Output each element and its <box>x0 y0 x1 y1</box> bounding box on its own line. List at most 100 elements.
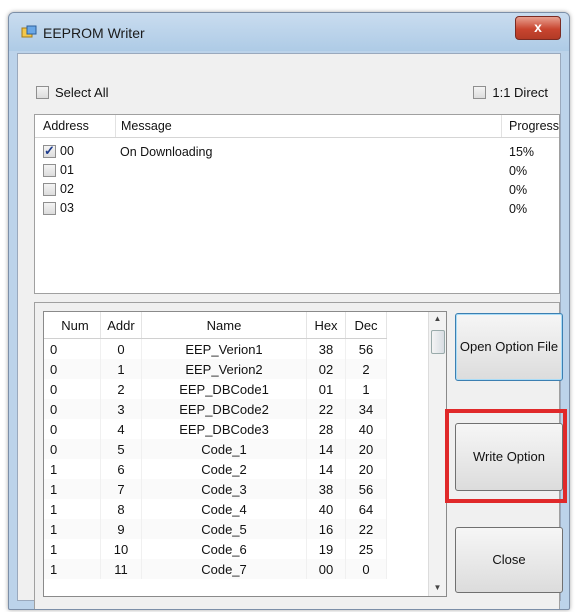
select-all-checkbox[interactable] <box>36 86 49 100</box>
hex-cell: 38 <box>306 338 346 359</box>
window-title: EEPROM Writer <box>43 25 145 41</box>
hex-cell: 16 <box>306 519 346 539</box>
scroll-thumb[interactable] <box>431 330 445 354</box>
app-icon <box>21 25 37 38</box>
column-header-hex[interactable]: Hex <box>306 312 346 339</box>
select-all-option[interactable]: Select All <box>36 84 108 100</box>
table-row[interactable]: 0 2 EEP_DBCode1 01 1 <box>44 379 387 399</box>
num-cell: 1 <box>44 459 101 479</box>
table-row[interactable]: 0 4 EEP_DBCode3 28 40 <box>44 419 387 439</box>
column-header-dec[interactable]: Dec <box>345 312 387 339</box>
addr-cell: 5 <box>100 439 142 459</box>
dec-cell: 20 <box>345 439 387 459</box>
name-cell: Code_3 <box>141 479 307 499</box>
status-row[interactable]: 01 0% <box>35 161 559 180</box>
name-cell: Code_7 <box>141 559 307 579</box>
hex-cell: 40 <box>306 499 346 519</box>
name-cell: Code_4 <box>141 499 307 519</box>
message-value: On Downloading <box>120 145 213 159</box>
num-cell: 1 <box>44 559 101 579</box>
addr-cell: 4 <box>100 419 142 439</box>
vertical-scrollbar[interactable]: ▲ ▼ <box>428 312 446 596</box>
scroll-down-icon[interactable]: ▼ <box>429 583 446 592</box>
table-row[interactable]: 0 5 Code_1 14 20 <box>44 439 387 459</box>
column-header-num[interactable]: Num <box>44 312 101 339</box>
num-cell: 0 <box>44 399 101 419</box>
name-cell: EEP_Verion2 <box>141 359 307 379</box>
table-row[interactable]: 1 6 Code_2 14 20 <box>44 459 387 479</box>
column-header-name[interactable]: Name <box>141 312 307 339</box>
option-panel: Num Addr Name Hex Dec 0 0 EEP_Verion1 38 56 0… <box>34 302 567 609</box>
column-header-message[interactable]: Message <box>121 119 172 133</box>
hex-cell: 01 <box>306 379 346 399</box>
address-checkbox[interactable] <box>43 143 56 159</box>
num-cell: 1 <box>44 519 101 539</box>
title-bar[interactable]: EEPROM Writer x <box>9 13 569 51</box>
status-list-header: Address Message Progress <box>35 115 559 138</box>
close-button[interactable]: Close <box>455 527 563 593</box>
status-row[interactable]: 00 On Downloading 15% <box>35 142 559 161</box>
hex-cell: 00 <box>306 559 346 579</box>
hex-cell: 14 <box>306 439 346 459</box>
addr-cell: 9 <box>100 519 142 539</box>
num-cell: 0 <box>44 379 101 399</box>
table-row[interactable]: 0 1 EEP_Verion2 02 2 <box>44 359 387 379</box>
addr-cell: 7 <box>100 479 142 499</box>
open-option-file-button[interactable]: Open Option File <box>455 313 563 381</box>
status-list[interactable]: Address Message Progress 00 On Downloadi… <box>34 114 560 294</box>
addr-cell: 0 <box>100 338 142 359</box>
window-close-button[interactable]: x <box>515 16 561 40</box>
name-cell: EEP_DBCode1 <box>141 379 307 399</box>
dec-cell: 25 <box>345 539 387 559</box>
table-row[interactable]: 1 8 Code_4 40 64 <box>44 499 387 519</box>
write-option-button[interactable]: Write Option <box>455 423 563 491</box>
dec-cell: 22 <box>345 519 387 539</box>
num-cell: 0 <box>44 439 101 459</box>
dec-cell: 64 <box>345 499 387 519</box>
addr-cell: 8 <box>100 499 142 519</box>
progress-value: 15% <box>509 145 535 159</box>
address-checkbox[interactable] <box>43 183 56 197</box>
address-value: 03 <box>60 201 74 215</box>
name-cell: EEP_DBCode2 <box>141 399 307 419</box>
dec-cell: 2 <box>345 359 387 379</box>
hex-cell: 38 <box>306 479 346 499</box>
scroll-up-icon[interactable]: ▲ <box>429 314 446 323</box>
column-header-address[interactable]: Address <box>43 119 89 133</box>
address-value: 01 <box>60 163 74 177</box>
hex-cell: 22 <box>306 399 346 419</box>
table-row[interactable]: 1 7 Code_3 38 56 <box>44 479 387 499</box>
table-row[interactable]: 1 11 Code_7 00 0 <box>44 559 387 579</box>
addr-cell: 6 <box>100 459 142 479</box>
dec-cell: 40 <box>345 419 387 439</box>
option-table[interactable]: Num Addr Name Hex Dec 0 0 EEP_Verion1 38 56 0… <box>43 311 447 597</box>
direct-option[interactable]: 1:1 Direct <box>473 84 548 100</box>
addr-cell: 11 <box>100 559 142 579</box>
status-row[interactable]: 03 0% <box>35 199 559 218</box>
hex-cell: 14 <box>306 459 346 479</box>
table-row[interactable]: 1 9 Code_5 16 22 <box>44 519 387 539</box>
eeprom-writer-window: EEPROM Writer x Select All 1:1 Direct Ad… <box>8 12 570 610</box>
select-all-label: Select All <box>55 85 109 101</box>
direct-checkbox[interactable] <box>473 86 487 100</box>
table-row[interactable]: 1 10 Code_6 19 25 <box>44 539 387 559</box>
name-cell: EEP_Verion1 <box>141 338 307 359</box>
num-cell: 0 <box>44 338 101 359</box>
table-row[interactable]: 0 3 EEP_DBCode2 22 34 <box>44 399 387 419</box>
address-checkbox[interactable] <box>43 164 56 178</box>
name-cell: Code_6 <box>141 539 307 559</box>
table-row[interactable]: 0 0 EEP_Verion1 38 56 <box>44 338 387 359</box>
dec-cell: 0 <box>345 559 387 579</box>
addr-cell: 1 <box>100 359 142 379</box>
progress-value: 0% <box>509 183 528 197</box>
direct-label: 1:1 Direct <box>492 85 548 101</box>
status-row[interactable]: 02 0% <box>35 180 559 199</box>
num-cell: 1 <box>44 539 101 559</box>
address-checkbox[interactable] <box>43 202 56 216</box>
address-value: 00 <box>60 144 74 158</box>
num-cell: 1 <box>44 499 101 519</box>
addr-cell: 2 <box>100 379 142 399</box>
column-header-addr[interactable]: Addr <box>100 312 142 339</box>
num-cell: 1 <box>44 479 101 499</box>
column-header-progress[interactable]: Progress <box>509 119 559 133</box>
